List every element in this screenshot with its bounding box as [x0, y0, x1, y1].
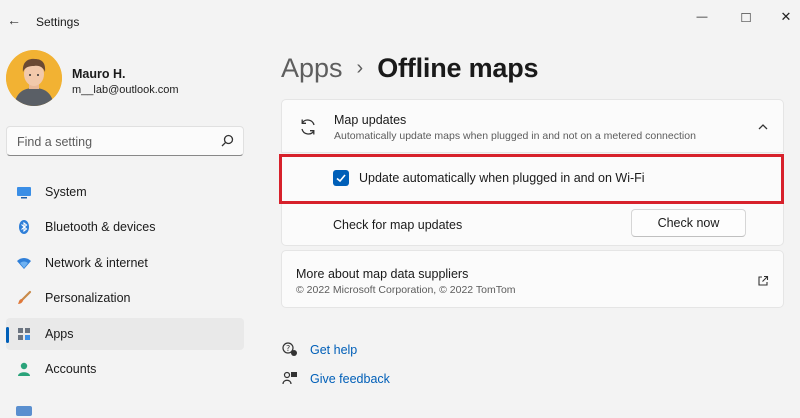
help-icon: ? — [282, 341, 298, 357]
sidebar-item-label: System — [45, 185, 87, 199]
map-suppliers-card[interactable]: More about map data suppliers © 2022 Mic… — [281, 250, 784, 308]
user-profile[interactable]: Mauro H. m__lab@outlook.com — [6, 50, 256, 106]
map-updates-subtitle: Automatically update maps when plugged i… — [334, 130, 696, 142]
breadcrumb-parent[interactable]: Apps — [281, 53, 343, 84]
back-arrow-icon: ← — [7, 12, 21, 28]
give-feedback-link[interactable]: Give feedback — [310, 372, 390, 386]
chevron-right-icon: › — [356, 57, 364, 79]
app-title: Settings — [36, 15, 80, 29]
sidebar-item-label: Network & internet — [45, 256, 148, 270]
svg-text:?: ? — [286, 344, 290, 353]
sidebar-item-partial[interactable] — [6, 398, 244, 418]
sidebar-item-bluetooth[interactable]: Bluetooth & devices — [6, 211, 244, 243]
partial-nav-icon — [16, 406, 32, 416]
search-placeholder: Find a setting — [17, 135, 93, 149]
suppliers-copyright: © 2022 Microsoft Corporation, © 2022 Tom… — [296, 284, 516, 296]
page-title: Offline maps — [377, 53, 539, 83]
person-icon — [16, 361, 32, 377]
wifi-icon — [16, 255, 32, 271]
sidebar-item-network[interactable]: Network & internet — [6, 247, 244, 279]
active-indicator — [6, 327, 9, 343]
check-now-button[interactable]: Check now — [631, 209, 746, 237]
back-button[interactable]: ← — [4, 10, 24, 30]
sidebar-item-label: Personalization — [45, 291, 131, 305]
close-button[interactable]: ✕ — [772, 6, 800, 28]
sidebar-item-system[interactable]: System — [6, 176, 244, 208]
sidebar-item-label: Bluetooth & devices — [45, 220, 156, 234]
title-bar: ← Settings — □ ✕ — [0, 0, 800, 40]
search-icon — [219, 133, 235, 149]
sync-icon — [298, 117, 318, 137]
close-icon: ✕ — [780, 9, 792, 24]
minimize-icon: — — [696, 11, 708, 23]
apps-icon — [16, 326, 32, 342]
sidebar-item-apps[interactable]: Apps — [6, 318, 244, 350]
get-help-link[interactable]: Get help — [310, 343, 357, 357]
sidebar-item-label: Apps — [45, 327, 74, 341]
profile-name: Mauro H. — [72, 67, 126, 81]
bluetooth-icon — [16, 219, 32, 235]
breadcrumb: Apps › Offline maps — [281, 53, 539, 87]
map-updates-header[interactable]: Map updates Automatically update maps wh… — [281, 99, 784, 153]
maximize-icon: □ — [741, 8, 751, 26]
monitor-icon — [16, 184, 32, 200]
feedback-icon — [282, 370, 298, 386]
paintbrush-icon — [16, 290, 32, 306]
chevron-up-icon[interactable] — [757, 120, 769, 132]
highlight-box — [279, 154, 784, 204]
search-input[interactable]: Find a setting — [6, 126, 244, 156]
external-link-icon[interactable] — [757, 274, 769, 286]
profile-email: m__lab@outlook.com — [72, 84, 179, 96]
maximize-button[interactable]: □ — [732, 6, 760, 28]
suppliers-title: More about map data suppliers — [296, 267, 469, 281]
sidebar-item-label: Accounts — [45, 362, 97, 376]
minimize-button[interactable]: — — [688, 6, 716, 28]
sidebar-item-accounts[interactable]: Accounts — [6, 353, 244, 385]
check-updates-label: Check for map updates — [333, 218, 463, 232]
map-updates-title: Map updates — [334, 113, 407, 127]
avatar — [6, 50, 62, 106]
sidebar-item-personalization[interactable]: Personalization — [6, 282, 244, 314]
